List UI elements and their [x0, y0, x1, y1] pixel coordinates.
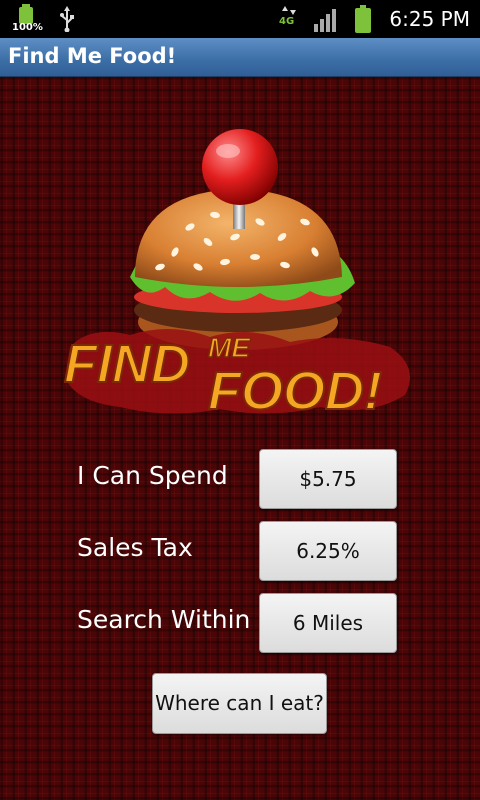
- logo-text-find: FIND: [63, 333, 191, 395]
- where-can-i-eat-button[interactable]: Where can I eat?: [152, 673, 327, 734]
- clock: 6:25 PM: [389, 7, 470, 31]
- search-distance-button[interactable]: 6 Miles: [259, 593, 397, 653]
- signal-icon: [314, 9, 336, 32]
- battery-icon: [355, 5, 371, 33]
- network-type-label: 4G: [279, 16, 295, 27]
- sales-tax-label: Sales Tax: [77, 533, 193, 562]
- sales-tax-button[interactable]: 6.25%: [259, 521, 397, 581]
- logo-text-food: FOOD!: [207, 360, 383, 422]
- status-bar: 100% 4G 6:25 PM: [0, 0, 480, 38]
- spend-amount-button[interactable]: $5.75: [259, 449, 397, 509]
- usb-icon: [60, 6, 74, 32]
- search-within-label: Search Within: [77, 605, 251, 634]
- spend-label: I Can Spend: [77, 461, 228, 490]
- battery-percent: 100%: [12, 22, 43, 33]
- main-content: FIND ME FOOD! I Can Spend $5.75 Sales Ta…: [0, 77, 480, 800]
- app-title: Find Me Food!: [8, 44, 177, 68]
- title-bar: Find Me Food!: [0, 38, 480, 77]
